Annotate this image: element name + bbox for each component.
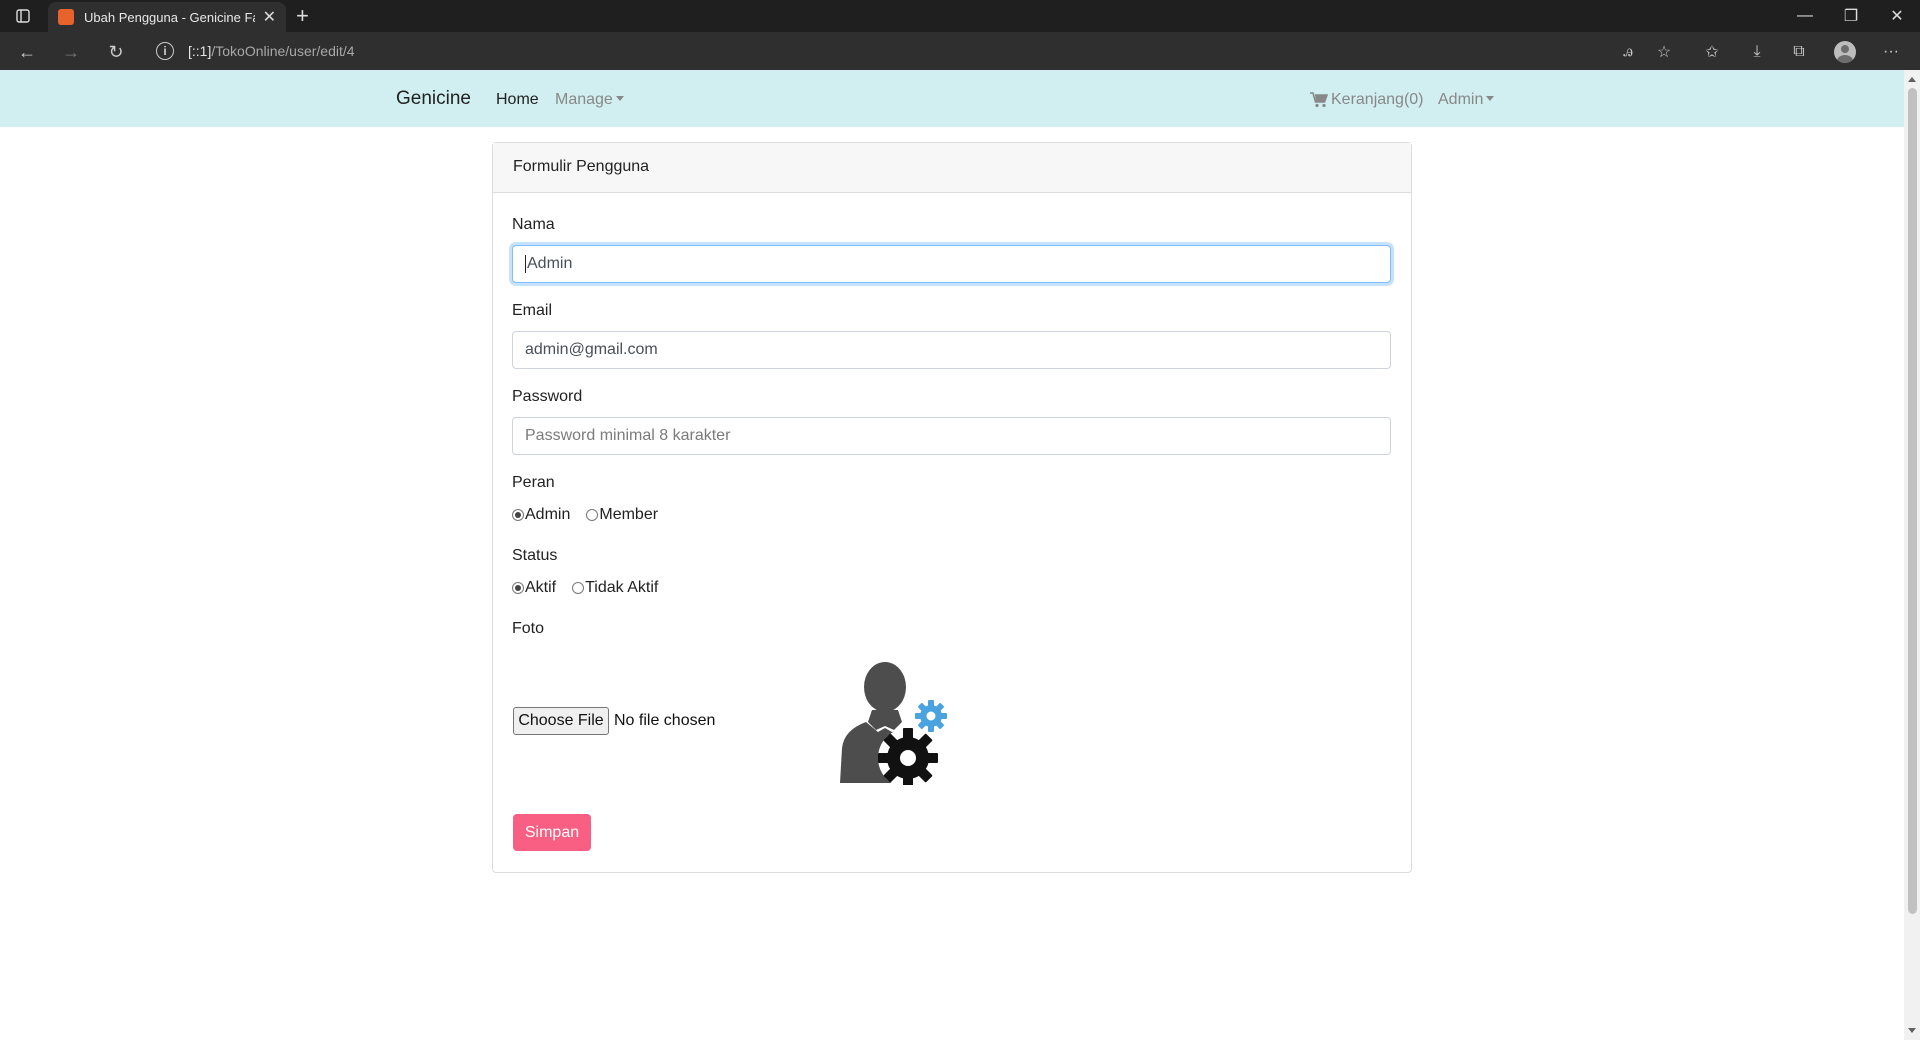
page-scrollbar[interactable] — [1904, 70, 1920, 1040]
role-member-label[interactable]: Member — [599, 506, 658, 524]
save-button[interactable]: Simpan — [513, 814, 591, 851]
role-admin-radio[interactable] — [512, 509, 524, 521]
shopping-cart-icon — [1310, 92, 1328, 108]
name-input[interactable]: Admin — [512, 245, 1391, 283]
forward-icon[interactable]: → — [58, 39, 84, 65]
back-icon[interactable]: ← — [14, 39, 40, 65]
role-member-radio[interactable] — [586, 509, 599, 521]
choose-file-button[interactable]: Choose File — [513, 707, 609, 735]
nav-manage-dropdown[interactable]: Manage — [555, 91, 624, 109]
new-tab-icon[interactable]: + — [296, 4, 309, 28]
read-aloud-icon[interactable]: ꭿ — [1616, 40, 1640, 64]
minimize-icon[interactable]: — — [1782, 0, 1828, 32]
browser-tab[interactable]: Ubah Pengguna - Genicine Fashion ✕ — [48, 2, 286, 32]
url-host: [::1] — [188, 43, 212, 59]
favorites-icon[interactable]: ✩ — [1700, 40, 1724, 64]
url-path: /TokoOnline/user/edit/4 — [211, 43, 355, 59]
close-tab-icon[interactable]: ✕ — [263, 7, 276, 27]
name-label: Nama — [512, 216, 555, 233]
nav-manage-label: Manage — [555, 91, 613, 108]
tab-actions-icon[interactable] — [12, 6, 34, 26]
role-label: Peran — [512, 474, 555, 491]
text-cursor — [525, 255, 526, 273]
card-header: Formulir Pengguna — [493, 143, 1411, 193]
scroll-thumb[interactable] — [1908, 88, 1917, 914]
status-radio-group: Aktif Tidak Aktif — [512, 579, 658, 597]
refresh-icon[interactable]: ↻ — [103, 39, 129, 65]
photo-label: Foto — [512, 620, 545, 637]
scroll-down-icon[interactable] — [1908, 1028, 1916, 1033]
status-inactive-radio[interactable] — [572, 582, 585, 594]
scroll-up-icon[interactable] — [1908, 77, 1916, 82]
browser-titlebar: Ubah Pengguna - Genicine Fashion ✕ + — ❐… — [0, 0, 1920, 32]
role-admin-label[interactable]: Admin — [525, 506, 570, 524]
email-input[interactable]: admin@gmail.com — [512, 331, 1391, 369]
status-active-radio[interactable] — [512, 582, 524, 594]
file-status-text: No file chosen — [614, 712, 716, 729]
collections-icon[interactable]: ⧉ — [1787, 40, 1811, 64]
chevron-down-icon — [1486, 96, 1495, 101]
password-input[interactable]: Password minimal 8 karakter — [512, 417, 1391, 455]
nav-home-link[interactable]: Home — [496, 91, 539, 109]
status-inactive-label[interactable]: Tidak Aktif — [585, 579, 658, 597]
password-label: Password — [512, 388, 583, 405]
status-label: Status — [512, 547, 558, 564]
close-window-icon[interactable]: ✕ — [1874, 0, 1920, 32]
site-info-icon[interactable]: i — [156, 42, 174, 60]
user-settings-icon — [840, 662, 947, 785]
chevron-down-icon — [615, 96, 624, 101]
app-navbar: Genicine Home Manage Keranjang(0) Admin — [0, 70, 1904, 127]
brand-link[interactable]: Genicine — [396, 88, 471, 110]
address-bar[interactable]: [::1]/TokoOnline/user/edit/4 — [188, 43, 355, 59]
status-active-label[interactable]: Aktif — [525, 579, 556, 597]
password-placeholder: Password minimal 8 karakter — [525, 427, 731, 444]
xampp-favicon-icon — [58, 9, 74, 25]
user-menu-label: Admin — [1438, 91, 1484, 108]
nav-cart-link[interactable]: Keranjang(0) — [1310, 91, 1424, 109]
browser-toolbar: ← → ↻ i [::1]/TokoOnline/user/edit/4 ꭿ ☆… — [0, 32, 1920, 70]
name-value: Admin — [527, 255, 573, 272]
cart-label: Keranjang(0) — [1331, 91, 1424, 108]
add-favorite-icon[interactable]: ☆ — [1652, 40, 1676, 64]
email-value: admin@gmail.com — [525, 341, 658, 358]
tab-title: Ubah Pengguna - Genicine Fashion — [84, 9, 255, 25]
more-menu-icon[interactable]: ··· — [1879, 40, 1903, 64]
downloads-icon[interactable]: ⤓ — [1745, 40, 1769, 64]
email-label: Email — [512, 302, 553, 319]
nav-user-dropdown[interactable]: Admin — [1438, 91, 1495, 109]
restore-icon[interactable]: ❐ — [1828, 0, 1874, 32]
profile-avatar-icon[interactable] — [1834, 41, 1856, 63]
role-radio-group: Admin Member — [512, 506, 658, 524]
